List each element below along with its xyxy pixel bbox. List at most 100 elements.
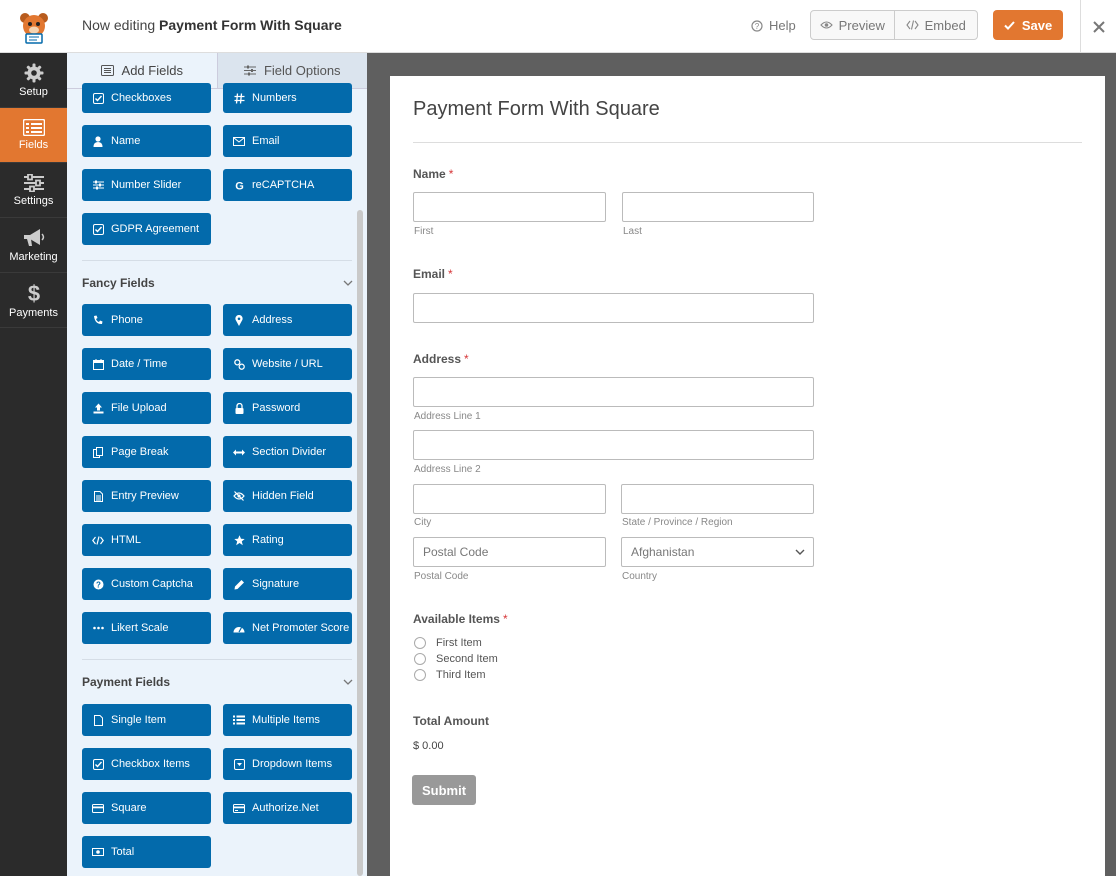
name-first-sublabel: First — [414, 226, 434, 237]
field-button-hidden-field[interactable]: Hidden Field — [223, 480, 352, 512]
country-select[interactable]: Afghanistan — [621, 537, 814, 567]
field-button-single-item[interactable]: Single Item — [82, 704, 211, 736]
name-field-label[interactable]: Name * — [413, 167, 453, 181]
credit-card-icon — [92, 802, 104, 814]
field-button-entry-preview[interactable]: Entry Preview — [82, 480, 211, 512]
field-button-html[interactable]: HTML — [82, 524, 211, 556]
email-label-text: Email — [413, 267, 446, 281]
wpforms-logo — [0, 0, 67, 53]
field-button-page-break[interactable]: Page Break — [82, 436, 211, 468]
fields-panel: Add Fields Field Options Checkboxes Numb… — [67, 53, 367, 876]
embed-label: Embed — [924, 17, 966, 33]
radio-option-first-item[interactable]: First Item — [414, 637, 482, 649]
code-icon — [905, 20, 919, 30]
available-items-label[interactable]: Available Items * — [413, 612, 508, 626]
preview-button[interactable]: Preview — [811, 11, 894, 39]
close-button[interactable] — [1080, 0, 1116, 53]
field-button-total[interactable]: Total — [82, 836, 211, 868]
hash-icon — [233, 92, 245, 104]
map-pin-icon — [233, 314, 245, 326]
field-button-recaptcha[interactable]: G reCAPTCHA — [223, 169, 352, 201]
star-icon — [233, 534, 245, 546]
bank-icon — [233, 802, 245, 814]
field-button-section-divider[interactable]: Section Divider — [223, 436, 352, 468]
embed-button[interactable]: Embed — [893, 11, 978, 39]
field-label: Total — [111, 846, 135, 858]
group-divider — [82, 659, 352, 660]
chevron-down-icon[interactable] — [342, 676, 354, 688]
field-label: reCAPTCHA — [252, 179, 315, 191]
field-button-dropdown-items[interactable]: Dropdown Items — [223, 748, 352, 780]
nav-settings[interactable]: Settings — [0, 163, 67, 218]
nav-marketing[interactable]: Marketing — [0, 218, 67, 273]
panel-scrollbar[interactable] — [357, 210, 363, 876]
name-last-input[interactable] — [622, 192, 814, 222]
field-button-gdpr-agreement[interactable]: GDPR Agreement — [82, 213, 211, 245]
payment-fields-title[interactable]: Payment Fields — [82, 675, 170, 689]
chevron-down-icon[interactable] — [342, 277, 354, 289]
nav-fields[interactable]: Fields — [0, 108, 67, 163]
postal-code-sublabel: Postal Code — [414, 571, 469, 582]
state-input[interactable] — [621, 484, 814, 514]
field-button-file-upload[interactable]: File Upload — [82, 392, 211, 424]
radio-button[interactable] — [414, 637, 426, 649]
field-button-authorize-net[interactable]: Authorize.Net — [223, 792, 352, 824]
address-line1-input[interactable] — [413, 377, 814, 407]
field-label: Multiple Items — [252, 714, 320, 726]
envelope-icon — [233, 135, 245, 147]
fancy-fields-title[interactable]: Fancy Fields — [82, 276, 155, 290]
save-button[interactable]: Save — [993, 10, 1063, 40]
ellipsis-icon — [92, 622, 104, 634]
field-label: Numbers — [252, 92, 297, 104]
field-button-numbers[interactable]: Numbers — [223, 83, 352, 113]
field-button-signature[interactable]: Signature — [223, 568, 352, 600]
nav-payments[interactable]: $ Payments — [0, 273, 67, 328]
phone-icon — [92, 314, 104, 326]
radio-option-second-item[interactable]: Second Item — [414, 653, 498, 665]
field-button-net-promoter-score[interactable]: Net Promoter Score — [223, 612, 352, 644]
postal-code-input[interactable]: Postal Code — [413, 537, 606, 567]
radio-option-third-item[interactable]: Third Item — [414, 669, 486, 681]
question-circle-icon: ? — [92, 578, 104, 590]
city-input[interactable] — [413, 484, 606, 514]
eye-slash-icon — [233, 490, 245, 502]
radio-button[interactable] — [414, 669, 426, 681]
field-button-checkbox-items[interactable]: Checkbox Items — [82, 748, 211, 780]
nav-setup[interactable]: Setup — [0, 53, 67, 108]
radio-button[interactable] — [414, 653, 426, 665]
radio-label: Second Item — [436, 653, 498, 665]
name-first-input[interactable] — [413, 192, 606, 222]
field-button-email[interactable]: Email — [223, 125, 352, 157]
builder-sidebar: Setup Fields Settings Marketing $ Paymen… — [0, 53, 67, 876]
help-link[interactable]: ? Help — [751, 18, 796, 33]
field-button-phone[interactable]: Phone — [82, 304, 211, 336]
radio-label: Third Item — [436, 669, 486, 681]
field-button-square[interactable]: Square — [82, 792, 211, 824]
email-input[interactable] — [413, 293, 814, 323]
address-line2-input[interactable] — [413, 430, 814, 460]
link-icon — [233, 358, 245, 370]
field-button-likert-scale[interactable]: Likert Scale — [82, 612, 211, 644]
field-button-number-slider[interactable]: Number Slider — [82, 169, 211, 201]
required-marker: * — [448, 167, 454, 181]
sliders-icon — [92, 179, 104, 191]
field-button-custom-captcha[interactable]: ? Custom Captcha — [82, 568, 211, 600]
tab-add-fields-label: Add Fields — [121, 63, 183, 78]
field-button-website-url[interactable]: Website / URL — [223, 348, 352, 380]
address-field-label[interactable]: Address * — [413, 352, 469, 366]
field-button-address[interactable]: Address — [223, 304, 352, 336]
total-amount-label[interactable]: Total Amount — [413, 714, 489, 728]
nav-label-fields: Fields — [18, 139, 49, 151]
field-button-date-time[interactable]: Date / Time — [82, 348, 211, 380]
upload-icon — [92, 402, 104, 414]
field-label: Password — [252, 402, 301, 414]
field-button-checkboxes[interactable]: Checkboxes — [82, 83, 211, 113]
field-button-multiple-items[interactable]: Multiple Items — [223, 704, 352, 736]
field-label: Custom Captcha — [111, 578, 193, 590]
field-button-rating[interactable]: Rating — [223, 524, 352, 556]
field-label: Email — [252, 135, 280, 147]
email-field-label[interactable]: Email * — [413, 267, 453, 281]
field-button-name[interactable]: Name — [82, 125, 211, 157]
submit-button[interactable]: Submit — [412, 775, 476, 805]
field-button-password[interactable]: Password — [223, 392, 352, 424]
